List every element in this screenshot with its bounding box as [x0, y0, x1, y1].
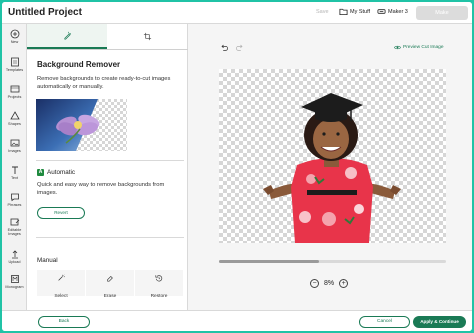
- crop-icon: [143, 32, 151, 41]
- select-tool-button[interactable]: Select: [37, 270, 85, 299]
- left-rail: New Templates Projects Shapes Images Tex…: [2, 24, 27, 310]
- monogram-icon: [10, 275, 19, 283]
- my-stuff-button[interactable]: My Stuff: [339, 7, 370, 16]
- project-title[interactable]: Untitled Project: [8, 7, 82, 18]
- tab-crop[interactable]: [107, 24, 187, 49]
- tool-label: Select: [54, 294, 68, 299]
- bottom-bar: Back Cancel Apply & Continue: [2, 310, 472, 331]
- upload-icon: [11, 250, 18, 259]
- machine-label: Maker 3: [388, 8, 408, 15]
- flower-thumbnail: [36, 99, 127, 151]
- eye-icon: [394, 45, 401, 50]
- rail-label: Projects: [7, 95, 22, 99]
- phrases-icon: [10, 193, 19, 202]
- rail-label: New: [10, 40, 19, 44]
- panel-tabs: [27, 24, 188, 50]
- make-button[interactable]: Make: [416, 6, 468, 20]
- rail-label: Images: [8, 149, 21, 153]
- undo-icon[interactable]: [220, 44, 228, 52]
- tool-label: Restore: [150, 294, 168, 299]
- rail-item-upload[interactable]: Upload: [2, 249, 27, 264]
- horizontal-scrollbar[interactable]: [219, 260, 446, 263]
- eraser-icon: [107, 275, 113, 282]
- rail-item-phrases[interactable]: Phrases: [2, 192, 27, 207]
- preview-label: Preview Cut Image: [403, 45, 444, 50]
- rail-label: Phrases: [7, 203, 22, 207]
- templates-icon: [10, 57, 19, 67]
- rail-label: Monogram: [5, 285, 24, 289]
- back-button[interactable]: Back: [38, 316, 90, 328]
- scrollbar-thumb[interactable]: [219, 260, 319, 263]
- zoom-out-button[interactable]: −: [310, 279, 319, 288]
- rail-label: Editable Images: [7, 228, 22, 236]
- automatic-badge-icon: A: [37, 169, 44, 176]
- eraser-wand-icon: [63, 31, 71, 40]
- automatic-row: A Automatic: [37, 169, 75, 176]
- rail-label: Text: [11, 176, 18, 180]
- zoom-level: 8%: [324, 280, 335, 287]
- plus-circle-icon: [10, 29, 19, 39]
- shapes-icon: [9, 111, 20, 120]
- restore-icon: [155, 275, 163, 282]
- divider: [36, 237, 184, 238]
- automatic-label: Automatic: [47, 169, 75, 176]
- restore-tool-button[interactable]: Restore: [135, 270, 183, 299]
- app-window: Untitled Project Save My Stuff Maker 3 M…: [2, 2, 472, 331]
- text-icon: [11, 166, 18, 174]
- revert-button[interactable]: Revert: [37, 207, 85, 219]
- zoom-in-button[interactable]: +: [339, 279, 349, 288]
- editable-images-icon: [10, 218, 19, 226]
- rail-label: Templates: [5, 68, 24, 72]
- image-canvas[interactable]: [219, 69, 446, 243]
- rail-item-images[interactable]: Images: [2, 138, 27, 153]
- cancel-button[interactable]: Cancel: [359, 316, 410, 328]
- automatic-description: Quick and easy way to remove backgrounds…: [37, 182, 165, 196]
- graduate-photo: [263, 93, 401, 243]
- panel-description: Remove backgrounds to create ready-to-cu…: [37, 76, 171, 90]
- redo-icon[interactable]: [236, 44, 244, 52]
- panel-heading: Background Remover: [37, 60, 121, 69]
- top-bar: Untitled Project Save My Stuff Maker 3 M…: [2, 2, 472, 24]
- canvas-area: Preview Cut Image − 8% +: [188, 24, 472, 310]
- tool-label: Erase: [103, 294, 117, 299]
- folder-icon: [339, 8, 348, 16]
- zoom-control: − 8% +: [310, 279, 349, 288]
- apply-continue-button[interactable]: Apply & Continue: [413, 316, 466, 328]
- rail-item-text[interactable]: Text: [2, 165, 27, 180]
- machine-icon: [377, 9, 386, 14]
- rail-item-new[interactable]: New: [2, 29, 27, 44]
- divider: [36, 160, 184, 161]
- machine-button[interactable]: Maker 3: [377, 7, 408, 16]
- rail-item-editable-images[interactable]: Editable Images: [2, 217, 27, 236]
- manual-heading: Manual: [37, 257, 58, 264]
- rail-item-projects[interactable]: Projects: [2, 84, 27, 99]
- magic-wand-icon: [58, 274, 65, 281]
- rail-label: Shapes: [8, 122, 21, 126]
- background-remover-panel: Background Remover Remove backgrounds to…: [27, 24, 188, 310]
- rail-item-templates[interactable]: Templates: [2, 57, 27, 72]
- images-icon: [10, 139, 19, 147]
- rail-item-monogram[interactable]: Monogram: [2, 274, 27, 289]
- projects-icon: [10, 85, 19, 93]
- rail-item-shapes[interactable]: Shapes: [2, 111, 27, 126]
- preview-cut-image-button[interactable]: Preview Cut Image: [394, 44, 444, 51]
- my-stuff-label: My Stuff: [350, 8, 371, 15]
- save-button[interactable]: Save: [316, 9, 329, 15]
- tab-background-remover[interactable]: [27, 24, 107, 49]
- rail-label: Upload: [8, 260, 21, 264]
- erase-tool-button[interactable]: Erase: [86, 270, 134, 299]
